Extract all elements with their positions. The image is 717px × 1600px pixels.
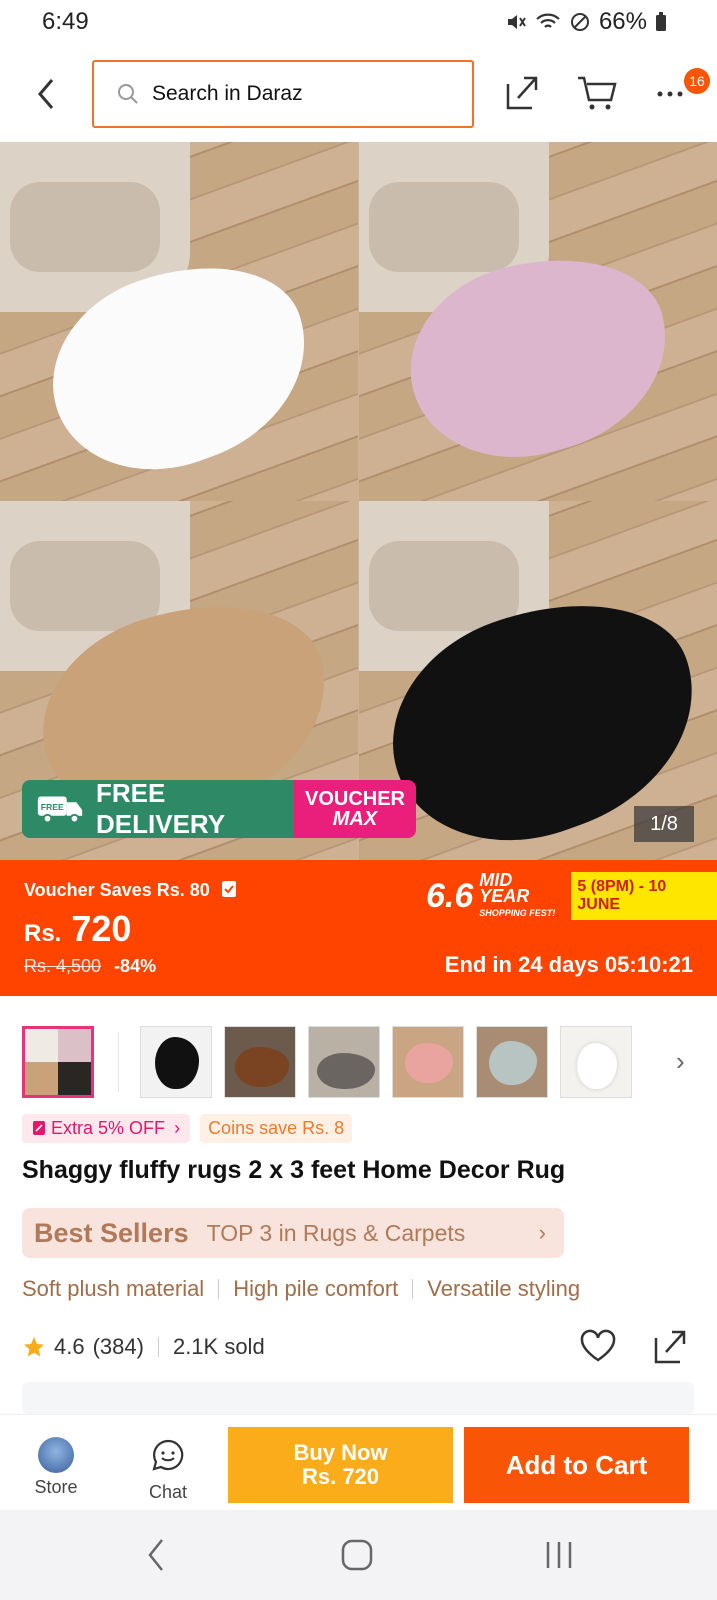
chat-label: Chat xyxy=(148,1482,188,1502)
wifi-icon xyxy=(536,13,560,28)
extra-off-text: Extra 5% OFF xyxy=(51,1118,166,1138)
promo-tags: Extra 5% OFF › Coins save Rs. 8 xyxy=(22,1114,353,1143)
voucher-check-icon xyxy=(221,881,236,897)
thumbnail-6[interactable] xyxy=(476,1026,548,1098)
back-icon[interactable] xyxy=(30,72,62,116)
free-tag: FREE xyxy=(41,802,64,812)
event-dates: 5 (8PM) - 10 JUNE xyxy=(571,872,717,920)
search-input[interactable]: Search in Daraz xyxy=(92,60,474,128)
discount-percent: -84% xyxy=(114,956,157,976)
voucher-saves-text: Voucher Saves Rs. 80 xyxy=(24,880,210,900)
store-button[interactable]: Store xyxy=(30,1437,82,1498)
feature-item: High pile comfort xyxy=(233,1276,399,1301)
current-price: Rs. 720 xyxy=(24,908,131,950)
product-title: Shaggy fluffy rugs 2 x 3 feet Home Decor… xyxy=(22,1156,566,1184)
system-recents-icon[interactable] xyxy=(544,1538,574,1577)
wishlist-heart-icon[interactable] xyxy=(578,1326,618,1366)
extra-off-tag[interactable]: Extra 5% OFF › xyxy=(22,1114,191,1143)
status-bar: 6:49 66% xyxy=(0,0,717,46)
battery-percent: 66% xyxy=(598,8,647,35)
event-big: 6.6 xyxy=(426,876,474,915)
free-delivery-voucher-banner: FREE FREE DELIVERY VOUCHER MAX xyxy=(22,780,416,838)
mid-year-fest-badge: 6.6 MID YEAR SHOPPING FEST! 5 (8PM) - 10… xyxy=(426,869,717,920)
voucher-max-badge: VOUCHER MAX xyxy=(294,780,416,838)
voucher-saves: Voucher Saves Rs. 80 xyxy=(24,880,237,901)
image-quadrant-pink xyxy=(359,142,717,501)
free-delivery-label: FREE DELIVERY xyxy=(96,780,226,838)
battery-icon xyxy=(656,12,666,31)
voucher-line2: MAX xyxy=(332,808,378,830)
dnd-icon xyxy=(570,13,589,31)
chevron-right-icon: › xyxy=(174,1118,181,1138)
system-back-icon[interactable] xyxy=(146,1538,166,1577)
best-sellers-bar[interactable]: Best Sellers TOP 3 in Rugs & Carpets › xyxy=(22,1208,564,1258)
cart-icon[interactable] xyxy=(576,72,618,112)
buy-now-label: Buy Now xyxy=(293,1440,388,1465)
feature-item: Soft plush material xyxy=(22,1276,205,1301)
image-quadrant-white xyxy=(0,142,358,501)
system-home-icon[interactable] xyxy=(340,1538,374,1577)
product-image[interactable] xyxy=(0,142,717,860)
free-delivery-badge: FREE FREE DELIVERY xyxy=(22,780,294,838)
feature-item: Versatile styling xyxy=(427,1276,581,1301)
thumbnail-5[interactable] xyxy=(392,1026,464,1098)
mute-icon xyxy=(507,15,526,29)
event-mid2: SHOPPING FEST! xyxy=(479,907,556,918)
share-icon[interactable] xyxy=(502,72,542,112)
store-label: Store xyxy=(34,1477,78,1497)
search-icon xyxy=(118,84,138,104)
voucher-line1: VOUCHER xyxy=(304,788,405,810)
search-placeholder: Search in Daraz xyxy=(152,82,303,105)
thumbnail-strip: › xyxy=(22,1026,702,1098)
thumbnail-4[interactable] xyxy=(308,1026,380,1098)
rating-count: (384) xyxy=(92,1334,144,1359)
add-to-cart-button[interactable]: Add to Cart xyxy=(464,1427,689,1503)
buy-now-button[interactable]: Buy Now Rs. 720 xyxy=(228,1427,453,1503)
best-sellers-label: Best Sellers xyxy=(34,1217,189,1248)
thumbnail-7[interactable] xyxy=(560,1026,632,1098)
status-icons: 66% xyxy=(505,8,667,36)
bottom-action-bar: Store Chat Buy Now Rs. 720 Add to Cart xyxy=(0,1414,717,1510)
best-sellers-rank: TOP 3 in Rugs & Carpets xyxy=(206,1219,466,1246)
store-avatar xyxy=(38,1437,74,1473)
image-counter: 1/8 xyxy=(634,806,694,842)
delivery-info-peek[interactable] xyxy=(22,1382,694,1414)
voucher-icon xyxy=(33,1121,45,1135)
thumbnail-1[interactable] xyxy=(22,1026,94,1098)
price-amount: 720 xyxy=(71,908,132,949)
chat-icon xyxy=(152,1439,184,1471)
price-band: Voucher Saves Rs. 80 Rs. 720 Rs. 4,500 -… xyxy=(0,860,717,996)
countdown: End in 24 days 05:10:21 xyxy=(444,952,693,977)
feature-list: Soft plush material High pile comfort Ve… xyxy=(22,1276,580,1302)
thumbnail-2[interactable] xyxy=(140,1026,212,1098)
system-nav-bar xyxy=(0,1510,717,1600)
rating-row[interactable]: 4.6 (384) 2.1K sold xyxy=(22,1334,265,1360)
status-time: 6:49 xyxy=(42,8,89,35)
original-price-value: Rs. 4,500 xyxy=(24,956,102,976)
buy-now-price: Rs. 720 xyxy=(301,1464,380,1489)
star-icon xyxy=(24,1337,44,1357)
thumbnail-3[interactable] xyxy=(224,1026,296,1098)
chat-button[interactable]: Chat xyxy=(142,1437,194,1503)
thumbnail-next-icon[interactable]: › xyxy=(676,1046,685,1077)
sold-count: 2.1K sold xyxy=(172,1334,265,1359)
original-price: Rs. 4,500 -84% xyxy=(24,956,156,977)
coins-save-tag: Coins save Rs. 8 xyxy=(200,1114,353,1143)
event-name: MID YEAR SHOPPING FEST! xyxy=(479,869,565,920)
price-currency: Rs. xyxy=(24,920,62,947)
share-icon[interactable] xyxy=(650,1326,690,1366)
chevron-right-icon: › xyxy=(538,1220,546,1245)
rating-score: 4.6 xyxy=(54,1334,85,1359)
cart-count-badge: 16 xyxy=(684,68,710,94)
delivery-truck-icon: FREE xyxy=(37,796,83,824)
top-nav: Search in Daraz xyxy=(0,50,717,140)
event-mid1: MID YEAR xyxy=(479,869,530,906)
